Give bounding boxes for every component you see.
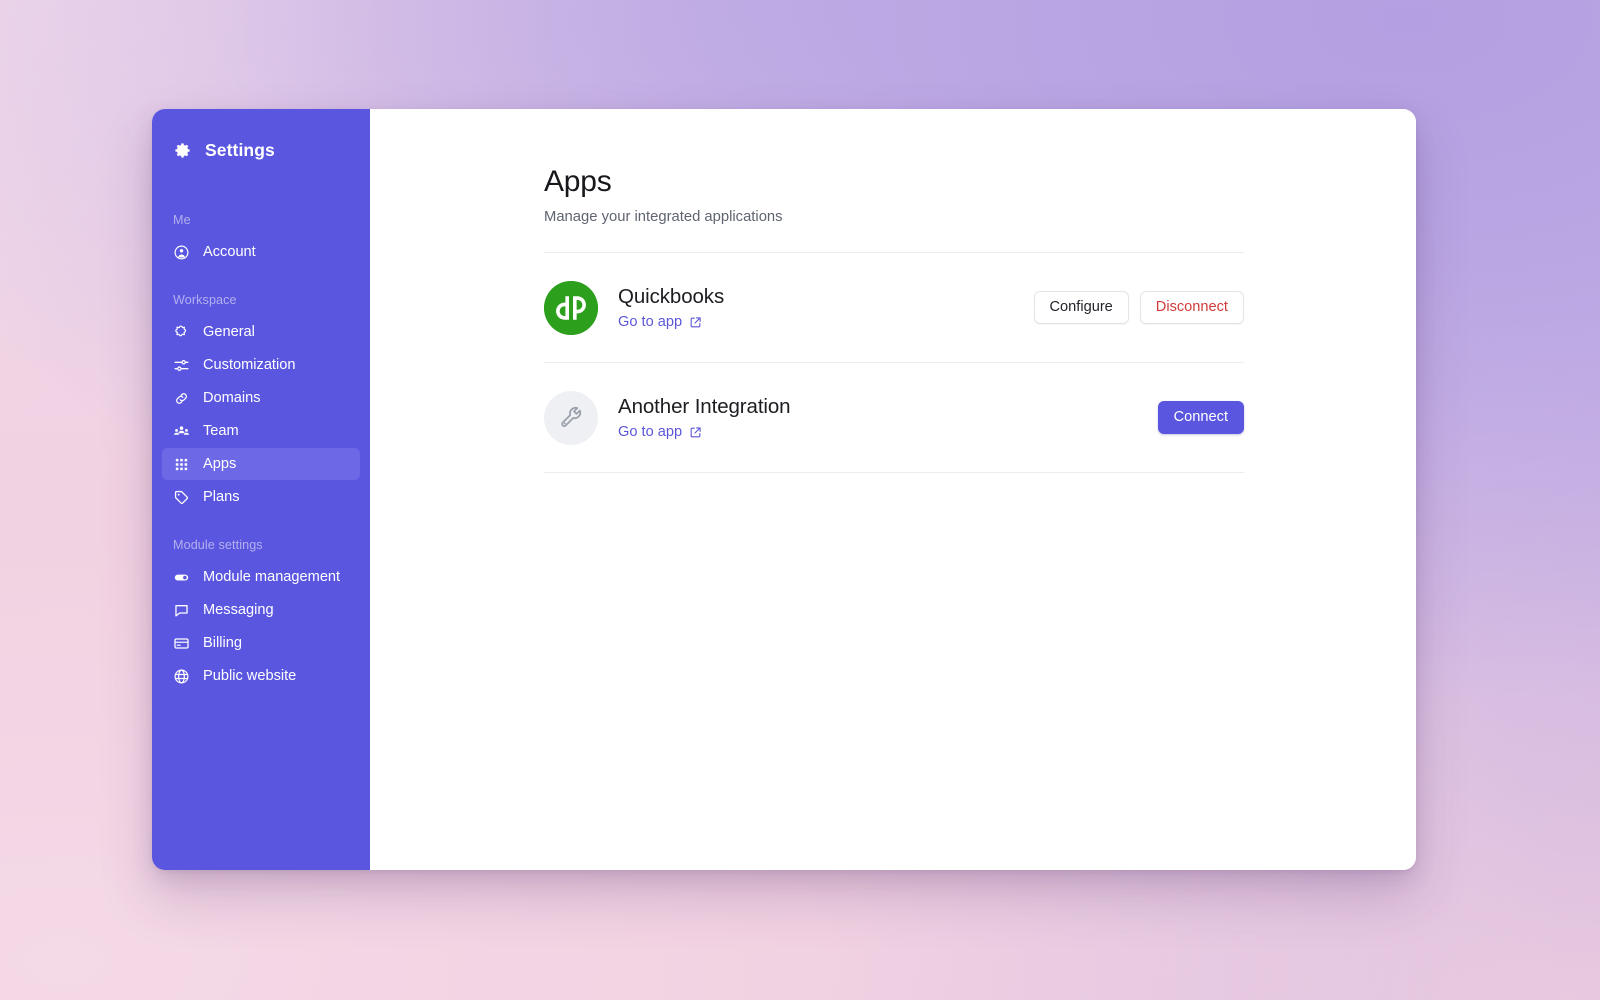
connect-button[interactable]: Connect — [1157, 401, 1244, 434]
people-icon — [173, 423, 190, 440]
sidebar-section-workspace: Workspace General Customization Domains … — [152, 293, 370, 513]
link-icon — [173, 390, 190, 407]
sidebar-brand: Settings — [152, 133, 370, 167]
toggle-icon — [173, 569, 190, 586]
disconnect-button[interactable]: Disconnect — [1139, 291, 1244, 324]
sidebar-item-label: Plans — [203, 489, 240, 505]
go-to-app-link[interactable]: Go to app — [618, 424, 702, 440]
tag-icon — [173, 489, 190, 506]
app-text: Quickbooks Go to app — [618, 285, 724, 330]
settings-window: Settings Me Account Workspace General Cu… — [152, 109, 1416, 870]
app-identity: Quickbooks Go to app — [544, 280, 1034, 335]
sidebar-item-messaging[interactable]: Messaging — [162, 594, 360, 626]
sidebar-item-plans[interactable]: Plans — [162, 481, 360, 513]
sidebar-item-module-management[interactable]: Module management — [162, 561, 360, 593]
main-content: Apps Manage your integrated applications… — [370, 109, 1416, 870]
chat-bubble-icon — [173, 602, 190, 619]
sidebar-item-label: Account — [203, 244, 256, 260]
sidebar-item-label: Messaging — [203, 602, 274, 618]
app-actions: Connect — [1157, 401, 1244, 434]
sidebar-item-apps[interactable]: Apps — [162, 448, 360, 480]
sidebar-item-team[interactable]: Team — [162, 415, 360, 447]
sidebar-item-label: Module management — [203, 569, 341, 585]
app-row-quickbooks: Quickbooks Go to app Configure Disconnec… — [544, 253, 1244, 362]
app-identity: Another Integration Go to app — [544, 390, 1158, 445]
sidebar-section-label-workspace: Workspace — [173, 293, 237, 307]
sidebar-item-label: Team — [203, 423, 239, 439]
sidebar-section-label-module-settings: Module settings — [173, 538, 263, 552]
go-to-app-link[interactable]: Go to app — [618, 314, 702, 330]
grid-icon — [173, 456, 190, 473]
external-link-icon — [689, 316, 702, 329]
sliders-icon — [173, 357, 190, 374]
sidebar: Settings Me Account Workspace General Cu… — [152, 109, 370, 870]
page-subtitle: Manage your integrated applications — [544, 209, 783, 225]
sidebar-section-module-settings: Module settings Module management Messag… — [152, 538, 370, 692]
sidebar-item-customization[interactable]: Customization — [162, 349, 360, 381]
go-to-app-label: Go to app — [618, 424, 683, 440]
wrench-icon — [544, 390, 598, 445]
gear-icon — [173, 141, 192, 160]
sidebar-section-me: Me Account — [152, 213, 370, 268]
apps-panel: Apps Manage your integrated applications… — [544, 165, 1244, 473]
sidebar-item-public-website[interactable]: Public website — [162, 660, 360, 692]
divider-bottom — [544, 472, 1244, 473]
app-text: Another Integration Go to app — [618, 395, 791, 440]
user-circle-icon — [173, 244, 190, 261]
sidebar-item-label: Billing — [203, 635, 242, 651]
quickbooks-logo-icon — [544, 280, 598, 335]
configure-button[interactable]: Configure — [1033, 291, 1129, 324]
page-title: Apps — [544, 165, 612, 198]
puzzle-icon — [173, 324, 190, 341]
app-actions: Configure Disconnect — [1033, 291, 1244, 324]
app-row-another-integration: Another Integration Go to app Connect — [544, 363, 1244, 472]
sidebar-section-label-me: Me — [173, 213, 191, 227]
sidebar-brand-label: Settings — [205, 139, 275, 160]
sidebar-item-billing[interactable]: Billing — [162, 627, 360, 659]
sidebar-item-general[interactable]: General — [162, 316, 360, 348]
sidebar-item-domains[interactable]: Domains — [162, 382, 360, 414]
sidebar-item-account[interactable]: Account — [162, 236, 360, 268]
globe-icon — [173, 668, 190, 685]
credit-card-icon — [173, 635, 190, 652]
sidebar-item-label: General — [203, 324, 255, 340]
app-name: Quickbooks — [618, 285, 725, 308]
sidebar-item-label: Customization — [203, 357, 296, 373]
sidebar-item-label: Domains — [203, 390, 261, 406]
go-to-app-label: Go to app — [618, 314, 683, 330]
external-link-icon — [689, 426, 702, 439]
app-name: Another Integration — [618, 395, 791, 418]
sidebar-item-label: Public website — [203, 668, 297, 684]
sidebar-item-label: Apps — [203, 456, 237, 472]
